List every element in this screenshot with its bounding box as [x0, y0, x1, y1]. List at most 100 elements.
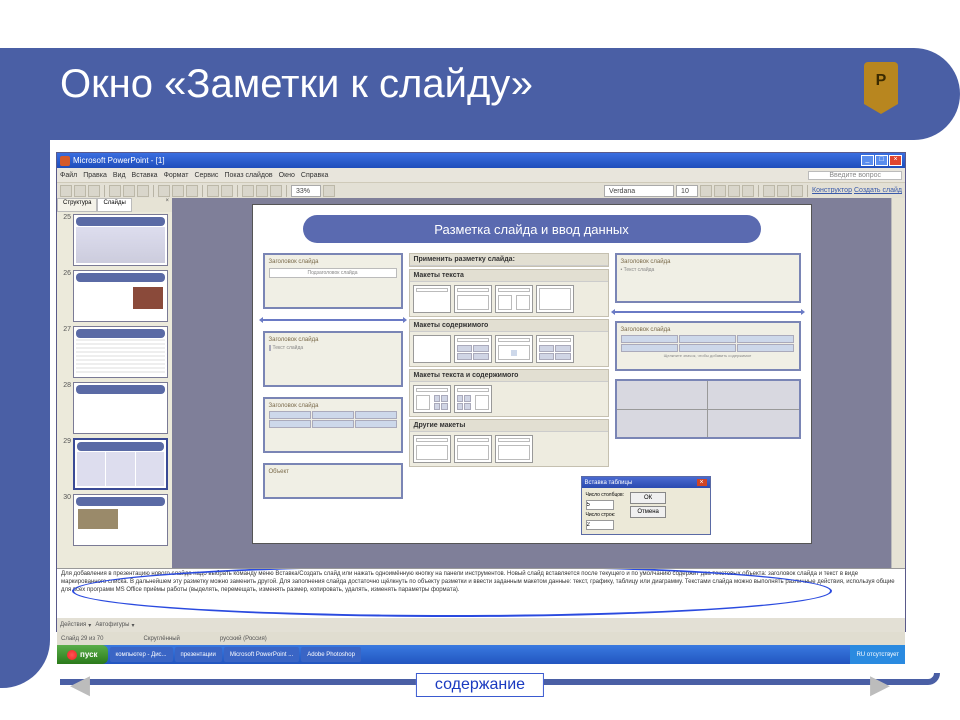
autoshapes[interactable]: Автофигуры [95, 622, 129, 628]
layout-option[interactable] [495, 285, 533, 313]
badge-icon[interactable]: P [864, 62, 898, 104]
dialog-close-icon[interactable]: × [697, 479, 707, 486]
tb-redo-icon[interactable] [221, 185, 233, 197]
tb-paste-icon[interactable] [186, 185, 198, 197]
cols-input[interactable] [586, 500, 614, 510]
object-box: Объект [263, 463, 403, 499]
menu-file[interactable]: Файл [60, 172, 77, 179]
zoom-dropdown[interactable]: 33% [291, 185, 321, 197]
tb-undo-icon[interactable] [207, 185, 219, 197]
thumb-26[interactable] [73, 270, 168, 322]
thumbnails: 25 26 27 28 29 30 [57, 212, 172, 568]
maximize-button[interactable]: □ [875, 155, 888, 166]
thumb-28[interactable] [73, 382, 168, 434]
menu-slideshow[interactable]: Показ слайдов [224, 172, 272, 179]
tb-shadow-icon[interactable] [742, 185, 754, 197]
prev-slide-button[interactable]: ◀ [70, 669, 90, 700]
taskbar-item[interactable]: компьютер - Дис... [110, 647, 173, 662]
tb-new-icon[interactable] [60, 185, 72, 197]
layout-option[interactable] [454, 285, 492, 313]
fontsize-dropdown[interactable]: 10 [676, 185, 698, 197]
rows-input[interactable] [586, 520, 614, 530]
menu-format[interactable]: Формат [164, 172, 189, 179]
tb-hyperlink-icon[interactable] [270, 185, 282, 197]
rows-label: Число строк: [586, 512, 625, 518]
right-scrollbar[interactable] [891, 198, 905, 568]
next-slide-button[interactable]: ▶ [870, 669, 890, 700]
layout-section-content: Макеты содержимого [409, 319, 609, 367]
tb-save-icon[interactable] [88, 185, 100, 197]
menu-view[interactable]: Вид [113, 172, 126, 179]
tb-table-icon[interactable] [256, 185, 268, 197]
design-link[interactable]: Конструктор [812, 187, 852, 194]
tb-spell-icon[interactable] [137, 185, 149, 197]
start-button[interactable]: пуск [57, 645, 108, 664]
draw-actions[interactable]: Действия [60, 622, 86, 628]
tb-underline-icon[interactable] [728, 185, 740, 197]
ok-button[interactable]: ОК [630, 492, 666, 504]
right-box-table [615, 379, 801, 439]
slide-editor: Разметка слайда и ввод данных Заголовок … [172, 198, 891, 568]
layout-option[interactable] [413, 285, 451, 313]
tab-outline[interactable]: Структура [57, 198, 97, 212]
windows-taskbar: пуск компьютер - Дис... презентации Micr… [57, 645, 905, 664]
layout-option[interactable] [536, 285, 574, 313]
contents-button[interactable]: содержание [416, 673, 544, 697]
inner-slide-title: Разметка слайда и ввод данных [303, 215, 761, 243]
layout-section-text: Макеты текста [409, 269, 609, 317]
layout-option[interactable] [454, 385, 492, 413]
thumb-29[interactable] [73, 438, 168, 490]
cancel-button[interactable]: Отмена [630, 506, 666, 518]
minimize-button[interactable]: _ [861, 155, 874, 166]
thumb-27[interactable] [73, 326, 168, 378]
menu-window[interactable]: Окно [279, 172, 295, 179]
section-content-header: Макеты содержимого [410, 320, 608, 332]
layout-option[interactable] [536, 335, 574, 363]
menu-help[interactable]: Справка [301, 172, 328, 179]
layout-option[interactable] [413, 435, 451, 463]
menu-insert[interactable]: Вставка [132, 172, 158, 179]
tb-print-icon[interactable] [109, 185, 121, 197]
tb-open-icon[interactable] [74, 185, 86, 197]
layout-option[interactable] [495, 435, 533, 463]
thumb-30[interactable] [73, 494, 168, 546]
tb-help-icon[interactable] [323, 185, 335, 197]
help-question-box[interactable]: Введите вопрос [808, 171, 902, 180]
tb-bold-icon[interactable] [700, 185, 712, 197]
notes-pane[interactable]: Для добавления в презентацию нового слай… [57, 568, 905, 618]
tb-preview-icon[interactable] [123, 185, 135, 197]
tb-align-left-icon[interactable] [763, 185, 775, 197]
taskbar-item[interactable]: Microsoft PowerPoint ... [224, 647, 299, 662]
thumb-25[interactable] [73, 214, 168, 266]
thumb-num: 26 [61, 270, 73, 322]
standard-toolbar: 33% Verdana 10 Конструктор Создать слайд [57, 182, 905, 198]
taskbar-item[interactable]: Adobe Photoshop [301, 647, 361, 662]
newslide-link[interactable]: Создать слайд [854, 187, 902, 194]
status-bar: Слайд 29 из 70 Скруглённый русский (Росс… [57, 632, 905, 645]
powerpoint-icon [60, 156, 70, 166]
layout-option[interactable] [454, 435, 492, 463]
tb-italic-icon[interactable] [714, 185, 726, 197]
layout-option[interactable] [454, 335, 492, 363]
taskbar-item[interactable]: презентации [175, 647, 222, 662]
menu-tools[interactable]: Сервис [194, 172, 218, 179]
layout-option[interactable] [495, 335, 533, 363]
tb-align-center-icon[interactable] [777, 185, 789, 197]
font-dropdown[interactable]: Verdana [604, 185, 674, 197]
layout-option[interactable] [413, 335, 451, 363]
system-tray[interactable]: RU отсутствует [850, 645, 905, 664]
thumb-num: 25 [61, 214, 73, 266]
page-title: Окно «Заметки к слайду» [60, 62, 533, 107]
tb-chart-icon[interactable] [242, 185, 254, 197]
tb-align-right-icon[interactable] [791, 185, 803, 197]
current-slide[interactable]: Разметка слайда и ввод данных Заголовок … [252, 204, 812, 544]
close-button[interactable]: × [889, 155, 902, 166]
layout-section-other: Другие макеты [409, 419, 609, 467]
menu-edit[interactable]: Правка [83, 172, 107, 179]
tb-copy-icon[interactable] [172, 185, 184, 197]
layout-option[interactable] [413, 385, 451, 413]
tb-cut-icon[interactable] [158, 185, 170, 197]
window-title: Microsoft PowerPoint - [1] [73, 156, 860, 165]
pane-close-icon[interactable]: × [162, 198, 172, 212]
tab-slides[interactable]: Слайды [97, 198, 131, 212]
